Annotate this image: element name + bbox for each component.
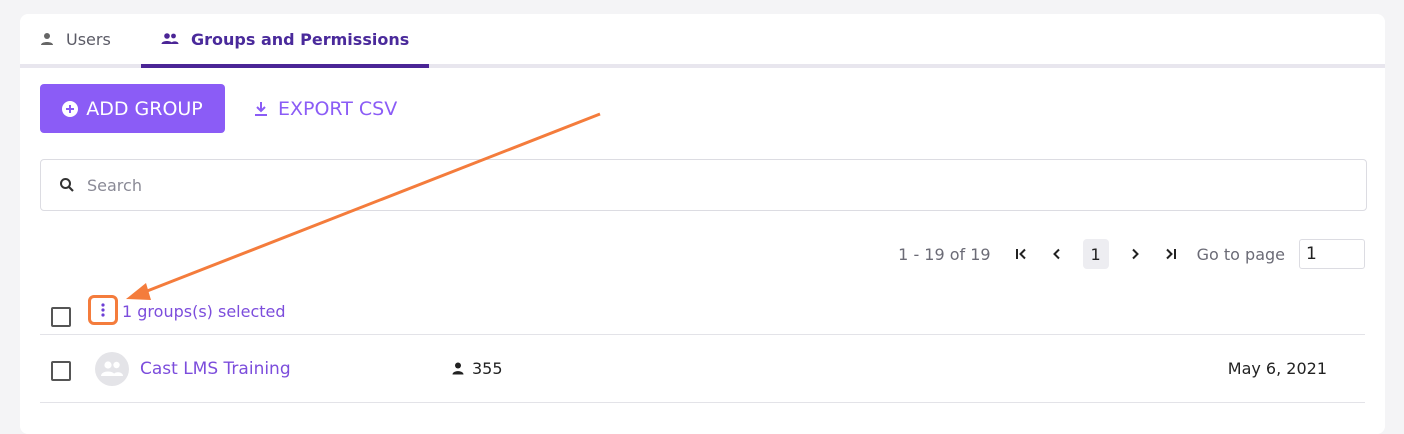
tab-users-label: Users [66,29,111,49]
current-page[interactable]: 1 [1082,239,1109,269]
person-icon [452,362,464,375]
member-count: 355 [452,359,503,378]
bulk-actions-menu-button[interactable] [88,295,118,325]
kebab-menu-icon [101,303,105,317]
tab-users[interactable]: Users [20,14,131,64]
group-icon [161,32,179,46]
download-icon [254,101,268,117]
groups-panel: Users Groups and Permissions ADD GROUP E… [20,14,1385,434]
first-page-button[interactable] [1006,239,1036,269]
group-avatar-icon [101,361,123,376]
export-csv-button[interactable]: EXPORT CSV [250,84,401,133]
pagination-range: 1 - 19 of 19 [898,244,991,264]
row-checkbox[interactable] [51,361,71,381]
selected-count: 1 groups(s) selected [122,302,286,321]
tab-bar: Users Groups and Permissions [20,14,1385,68]
next-page-button[interactable] [1120,239,1150,269]
selection-header: 1 groups(s) selected [40,294,1365,335]
chevron-right-icon [1131,248,1139,260]
tab-groups-label: Groups and Permissions [191,29,410,49]
active-tab-indicator [141,64,430,68]
go-to-page-input[interactable] [1299,239,1365,269]
go-to-page-label: Go to page [1196,244,1285,264]
add-group-button[interactable]: ADD GROUP [40,84,225,133]
search-box [40,159,1367,211]
group-avatar [95,352,129,386]
search-icon [59,177,75,193]
tab-groups-and-permissions[interactable]: Groups and Permissions [141,14,430,68]
add-group-label: ADD GROUP [86,97,203,120]
created-date: May 6, 2021 [1227,359,1327,378]
select-all-checkbox[interactable] [51,307,71,327]
table-row[interactable]: Cast LMS Training 355 May 6, 2021 [40,336,1365,403]
export-csv-label: EXPORT CSV [278,97,398,120]
member-count-value: 355 [472,359,503,378]
group-name-link[interactable]: Cast LMS Training [140,359,291,379]
chevron-left-icon [1052,248,1060,260]
prev-page-button[interactable] [1042,239,1072,269]
pagination: 1 - 19 of 19 1 Go to page [898,238,1365,270]
last-page-button[interactable] [1156,239,1186,269]
first-page-icon [1015,248,1026,260]
last-page-icon [1165,248,1176,260]
search-input[interactable] [85,174,1289,196]
plus-circle-icon [62,100,79,117]
person-icon [40,32,54,46]
